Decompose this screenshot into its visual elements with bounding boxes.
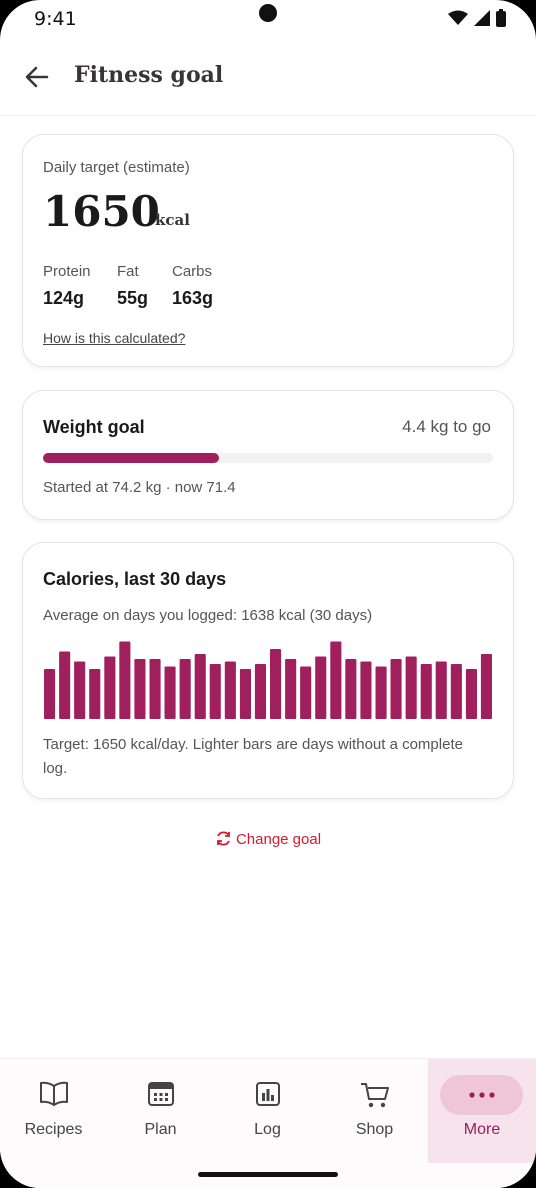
- book-icon: [39, 1081, 68, 1106]
- calorie-bar: [390, 659, 402, 719]
- calorie-bar: [239, 669, 251, 719]
- calories-bar-chart: [44, 641, 492, 719]
- macro-value: 55g: [117, 288, 149, 308]
- status-time: 9:41: [34, 8, 77, 30]
- change-goal-button[interactable]: Change goal: [0, 830, 536, 848]
- cart-icon: [360, 1083, 389, 1108]
- weight-progress-track: [43, 453, 493, 463]
- back-arrow-icon[interactable]: [22, 62, 52, 92]
- calorie-bar: [450, 664, 462, 719]
- calorie-bar: [89, 669, 101, 719]
- macro-label: Fat: [117, 263, 139, 280]
- more-dots-icon: [469, 1092, 495, 1098]
- status-bar: 9:41: [0, 0, 536, 36]
- daily-target-label: Daily target (estimate): [43, 159, 190, 176]
- calorie-bar: [345, 659, 357, 719]
- calendar-icon: [147, 1082, 174, 1106]
- home-indicator[interactable]: [198, 1172, 338, 1177]
- calorie-bar: [270, 649, 282, 719]
- calorie-bar: [315, 656, 327, 719]
- chart-icon: [255, 1082, 280, 1106]
- calorie-bar: [360, 661, 372, 719]
- camera-cutout: [259, 4, 277, 22]
- nav-label: More: [463, 1121, 501, 1138]
- macro-value: 124g: [43, 288, 85, 308]
- macro-value: 163g: [172, 288, 214, 308]
- calorie-bar: [375, 666, 387, 719]
- status-icons: [448, 9, 506, 27]
- macro-fat: Fat 55g: [117, 263, 148, 309]
- daily-target-card: Daily target (estimate) 1650 kcal Protei…: [22, 134, 514, 367]
- signal-icon: [474, 10, 490, 26]
- weight-goal-subtitle: Started at 74.2 kg · now 71.4: [43, 479, 236, 496]
- nav-item-log[interactable]: Log: [214, 1059, 321, 1163]
- calories-title: Calories, last 30 days: [43, 569, 227, 589]
- calorie-bar: [209, 664, 221, 719]
- daily-target-unit: kcal: [155, 211, 190, 229]
- calorie-bar: [194, 654, 206, 719]
- macro-label: Carbs: [172, 263, 213, 280]
- calories-note: Target: 1650 kcal/day. Lighter bars are …: [43, 736, 463, 777]
- calorie-bar: [420, 664, 432, 719]
- macro-carbs: Carbs 163g: [172, 263, 213, 309]
- macro-protein: Protein 124g: [43, 263, 91, 309]
- calories-average: Average on days you logged: 1638 kcal (3…: [43, 607, 373, 624]
- nav-item-plan[interactable]: Plan: [107, 1059, 214, 1163]
- nav-label: Shop: [355, 1121, 394, 1138]
- nav-label: Log: [254, 1121, 281, 1138]
- nav-label: Plan: [144, 1121, 177, 1138]
- calorie-bar: [149, 659, 161, 719]
- calorie-bar: [300, 666, 312, 719]
- nav-label: Recipes: [24, 1121, 83, 1138]
- calorie-bar: [59, 651, 71, 719]
- calorie-bar: [74, 661, 86, 719]
- calorie-bar: [254, 664, 266, 719]
- calorie-bar: [164, 666, 176, 719]
- battery-icon: [496, 9, 506, 27]
- calorie-bar: [134, 659, 146, 719]
- calorie-bar: [44, 669, 56, 719]
- phone-screen: 9:41 Fitness goal Daily target (estimate…: [0, 0, 536, 1188]
- page-title: Fitness goal: [74, 62, 224, 88]
- calorie-bar: [465, 669, 477, 719]
- bottom-nav: Recipes Plan Log Shop More: [0, 1058, 536, 1188]
- calorie-bar: [480, 654, 492, 719]
- weight-goal-title: Weight goal: [43, 417, 145, 437]
- app-bar: Fitness goal: [0, 44, 536, 116]
- daily-target-value: 1650: [43, 187, 160, 236]
- calorie-bar: [224, 661, 236, 719]
- macro-label: Protein: [43, 263, 91, 280]
- calorie-bar: [119, 641, 131, 719]
- nav-item-recipes[interactable]: Recipes: [0, 1059, 107, 1163]
- weight-goal-card: Weight goal 4.4 kg to go Started at 74.2…: [22, 390, 514, 520]
- weight-progress-fill: [43, 453, 219, 463]
- calorie-bar: [179, 659, 191, 719]
- nav-item-shop[interactable]: Shop: [321, 1059, 428, 1163]
- refresh-icon: [217, 831, 230, 846]
- nav-item-more[interactable]: More: [428, 1059, 536, 1163]
- wifi-icon: [448, 10, 468, 25]
- how-calculated-link[interactable]: How is this calculated?: [43, 330, 185, 346]
- calorie-bar: [330, 641, 342, 719]
- calorie-bar: [285, 659, 297, 719]
- change-goal-label: Change goal: [235, 831, 322, 848]
- calorie-bar: [104, 656, 116, 719]
- calorie-bar: [405, 656, 417, 719]
- calorie-bar: [435, 661, 447, 719]
- weight-to-go: 4.4 kg to go: [402, 417, 491, 436]
- calories-card: Calories, last 30 days Average on days y…: [22, 542, 514, 799]
